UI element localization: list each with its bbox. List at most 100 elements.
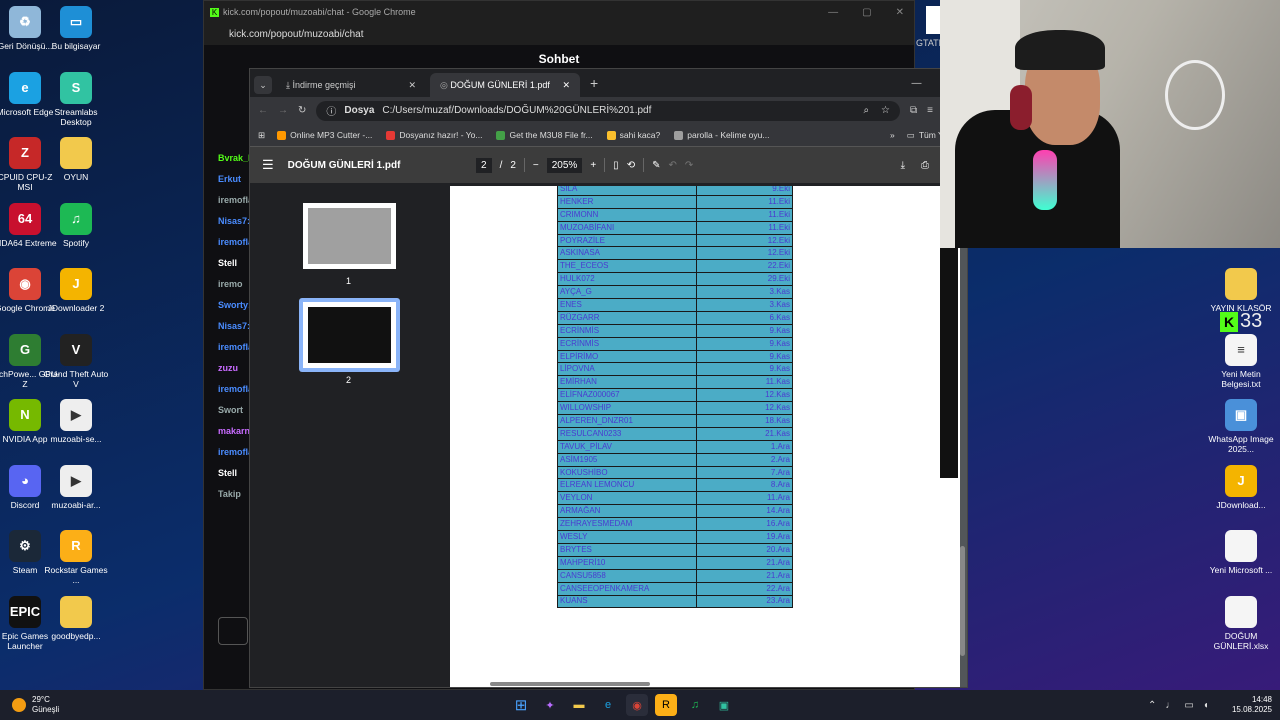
chat-username[interactable]: makarn: [218, 426, 250, 436]
table-row: SILA 9.Eki: [557, 186, 793, 196]
chat-username[interactable]: iremofla: [218, 195, 253, 205]
desktop-icon[interactable]: OYUN: [41, 137, 111, 182]
desktop-icon[interactable]: J JDownload...: [1206, 464, 1276, 510]
chat-username[interactable]: Nisas7:: [218, 321, 250, 331]
desktop-icon[interactable]: ♫ Spotify: [41, 202, 111, 248]
desktop-icon[interactable]: ▶ muzoabi-ar...: [41, 464, 111, 510]
redo-icon[interactable]: ↷: [685, 160, 693, 171]
desktop-icon[interactable]: YAYIN KLASÖR: [1206, 268, 1276, 313]
forward-icon[interactable]: →: [278, 105, 288, 116]
tab-pdf[interactable]: ◎ DOĞUM GÜNLERİ 1.pdf ✕: [430, 73, 580, 97]
page-thumbnail-2[interactable]: [299, 298, 400, 372]
desktop-icon[interactable]: DOĞUM GÜNLERİ.xlsx: [1206, 595, 1276, 651]
desktop-icon[interactable]: ▭ Bu bilgisayar: [41, 6, 111, 51]
chat-username[interactable]: Erkut: [218, 174, 241, 184]
table-row: MUZOABİFANI 11.Eki: [557, 220, 793, 235]
chrome-icon[interactable]: ◉: [626, 694, 648, 716]
more-bookmarks-icon[interactable]: »: [890, 130, 895, 140]
date-cell: 9.Eki: [696, 186, 793, 196]
reload-icon[interactable]: ↻: [298, 105, 306, 116]
extensions-icon[interactable]: ⧉: [910, 105, 917, 116]
zoom-in-icon[interactable]: +: [590, 160, 596, 171]
chat-username[interactable]: iremo: [218, 279, 243, 289]
rockstar-icon[interactable]: R: [655, 694, 677, 716]
chat-username[interactable]: Swort: [218, 405, 243, 415]
chat-username[interactable]: Takip: [218, 489, 241, 499]
back-icon[interactable]: ←: [258, 105, 268, 116]
streamlabs-icon[interactable]: ▣: [713, 694, 735, 716]
bookmark-item[interactable]: Dosyanız hazır! - Yo...: [386, 130, 482, 140]
bookmark-item[interactable]: sahi kaca?: [606, 130, 660, 140]
desktop-icon[interactable]: Yeni Microsoft ...: [1206, 530, 1276, 575]
zoom-out-icon[interactable]: −: [533, 160, 539, 171]
page-thumbnail-1[interactable]: [303, 203, 396, 269]
copilot-icon[interactable]: ✦: [539, 694, 561, 716]
chat-input[interactable]: [218, 617, 248, 645]
media-icon[interactable]: ≡: [927, 105, 933, 116]
clock-time: 14:48: [1251, 695, 1272, 704]
weather-widget[interactable]: 29°C Güneşli: [12, 695, 59, 715]
apps-grid-icon[interactable]: ⊞: [258, 130, 265, 141]
annotate-icon[interactable]: ✎: [652, 160, 660, 171]
clock[interactable]: 14:48 15.08.2025: [1228, 695, 1272, 715]
text-file-icon: ≡: [1225, 333, 1257, 366]
chat-address-bar[interactable]: kick.com/popout/muzoabi/chat: [204, 23, 914, 45]
tab-close-icon[interactable]: ✕: [562, 80, 570, 91]
page-number-input[interactable]: 2: [476, 157, 492, 173]
minimize-icon[interactable]: —: [912, 78, 922, 89]
desktop-icon[interactable]: S Streamlabs Desktop: [41, 71, 111, 127]
rotate-icon[interactable]: ⟲: [627, 160, 635, 171]
tab-download-history[interactable]: ⤓ İndirme geçmişi ✕: [276, 73, 426, 97]
address-bar[interactable]: ⓘ Dosya C:/Users/muzaf/Downloads/DOĞUM%2…: [316, 100, 901, 121]
chat-username[interactable]: Stell: [218, 468, 237, 478]
new-tab-icon[interactable]: +: [590, 75, 598, 91]
chat-username[interactable]: iremofla: [218, 384, 253, 394]
volume-icon[interactable]: ◖: [1203, 700, 1209, 711]
bookmark-item[interactable]: Get the M3U8 File fr...: [496, 130, 593, 140]
bookmark-star-icon[interactable]: ☆: [881, 105, 890, 116]
chat-username[interactable]: iremofla: [218, 237, 253, 247]
minimize-icon[interactable]: —: [828, 7, 838, 18]
print-icon[interactable]: ⎙: [921, 160, 929, 171]
chat-username[interactable]: iremofla: [218, 447, 253, 457]
vertical-scrollbar[interactable]: [960, 546, 965, 656]
display-icon[interactable]: ▭: [1184, 700, 1193, 711]
desktop-icon[interactable]: V Grand Theft Auto V: [41, 333, 111, 389]
undo-icon[interactable]: ↶: [668, 160, 676, 171]
desktop-icon[interactable]: goodbyedp...: [41, 595, 111, 641]
name-cell: WILLOWSHIP: [557, 401, 697, 416]
horizontal-scrollbar[interactable]: [490, 682, 650, 686]
download-icon[interactable]: ⤓: [901, 160, 905, 171]
zoom-input[interactable]: 205%: [546, 157, 583, 173]
menu-icon[interactable]: ☰: [262, 157, 274, 173]
desktop-icon-label: Streamlabs Desktop: [54, 106, 98, 127]
edge-icon[interactable]: e: [597, 694, 619, 716]
file-explorer-icon[interactable]: ▬: [568, 694, 590, 716]
desktop-icon[interactable]: ≡ Yeni Metin Belgesi.txt: [1206, 333, 1276, 389]
chat-username[interactable]: zuzu: [218, 363, 238, 373]
desktop-icon[interactable]: R Rockstar Games ...: [41, 530, 111, 585]
desktop-icon[interactable]: ▶ muzoabi-se...: [41, 399, 111, 444]
chat-username[interactable]: iremofla: [218, 342, 253, 352]
desktop-icon[interactable]: J JDownloader 2: [41, 268, 111, 313]
start-icon[interactable]: ⊞: [510, 694, 532, 716]
close-icon[interactable]: ✕: [896, 7, 904, 18]
download-icon: ⤓: [286, 79, 290, 90]
spotify-icon[interactable]: ♫: [684, 694, 706, 716]
desktop-icon[interactable]: ▣ WhatsApp Image 2025...: [1206, 399, 1276, 454]
chat-username[interactable]: Stell: [218, 258, 237, 268]
chat-username[interactable]: Sworty:: [218, 300, 251, 310]
bookmark-item[interactable]: parolla - Kelime oyu...: [674, 130, 769, 140]
webcam-overlay: [940, 0, 1280, 248]
pdf-viewer[interactable]: SILA 9.Eki HENKER 11.Eki CRIMONN 11.Eki MUZOAB…: [450, 186, 967, 687]
tab-close-icon[interactable]: ✕: [408, 80, 416, 91]
fan: [1165, 60, 1225, 130]
chat-username[interactable]: Nisas7:: [218, 216, 250, 226]
tab-search-icon[interactable]: ⌄: [254, 76, 272, 94]
maximize-icon[interactable]: ▢: [862, 7, 871, 18]
fit-page-icon[interactable]: ▯: [613, 160, 619, 171]
mic-icon[interactable]: ♩: [1165, 700, 1175, 711]
tray-expand-icon[interactable]: ⌃: [1148, 700, 1156, 711]
zoom-icon[interactable]: ⌕: [863, 105, 869, 116]
bookmark-item[interactable]: Online MP3 Cutter -...: [277, 130, 372, 140]
